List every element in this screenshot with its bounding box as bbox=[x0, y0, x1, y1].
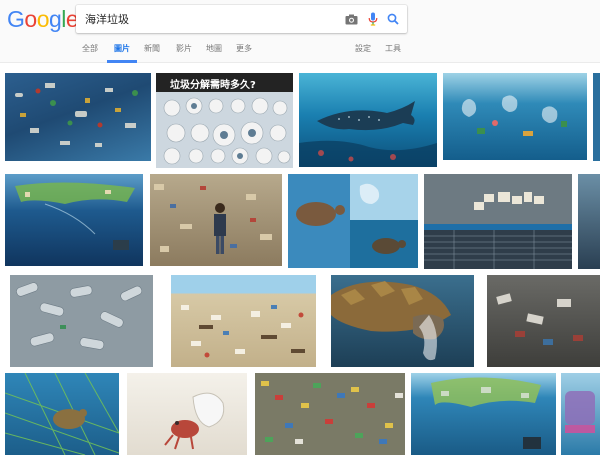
tab-all[interactable]: 全部 bbox=[82, 43, 98, 54]
image-result-turtle-collage[interactable] bbox=[288, 174, 418, 268]
turtle-plastic-shapes bbox=[331, 281, 451, 361]
sticker-badge bbox=[565, 391, 595, 433]
trash-closeup-shapes bbox=[496, 293, 583, 345]
image-result-whale-shark-underwater[interactable] bbox=[299, 73, 437, 167]
bottles-shapes bbox=[16, 282, 143, 350]
debris-photo-and-table bbox=[424, 174, 572, 269]
image-result-colorful-trash-sea[interactable] bbox=[255, 373, 405, 455]
plastic-debris-shapes bbox=[461, 95, 567, 136]
whale-shark-silhouette bbox=[299, 101, 437, 167]
search-header: Google 海洋垃圾 全部 圖片 新聞 影片 地圖 更多 設定 工具 bbox=[0, 0, 600, 63]
beach-garbage-shapes bbox=[181, 305, 305, 358]
debris-pattern bbox=[15, 83, 138, 147]
image-result-person-standing-in-garbage[interactable] bbox=[150, 174, 282, 266]
image-results-grid: 垃圾分解需時多久? bbox=[0, 63, 600, 455]
google-logo[interactable]: Google bbox=[7, 6, 79, 34]
garbage-clump-shapes bbox=[431, 377, 541, 449]
image-result-hermit-crab-plastic[interactable] bbox=[127, 373, 247, 455]
camera-icon[interactable] bbox=[342, 10, 360, 28]
search-icon[interactable] bbox=[384, 10, 402, 28]
search-tabs: 全部 圖片 新聞 影片 地圖 更多 設定 工具 bbox=[0, 40, 600, 63]
tools-link[interactable]: 工具 bbox=[385, 43, 401, 54]
image-result-turtle-eating-plastic[interactable] bbox=[331, 275, 474, 367]
decomposition-circles bbox=[163, 97, 291, 165]
tab-more[interactable]: 更多 bbox=[236, 43, 252, 54]
logo-letter: g bbox=[48, 6, 62, 32]
logo-letter: G bbox=[7, 6, 25, 32]
image-result-garbage-floating-blue-water[interactable] bbox=[5, 73, 151, 161]
image-result-garbage-decomposition-infographic[interactable]: 垃圾分解需時多久? bbox=[156, 73, 293, 168]
microphone-icon[interactable] bbox=[364, 10, 382, 28]
colorful-trash-shapes bbox=[261, 381, 403, 444]
image-result-underwater-garbage-clump[interactable] bbox=[411, 373, 556, 455]
image-result-underwater-debris-surface[interactable] bbox=[5, 174, 143, 266]
google-images-page: Google 海洋垃圾 全部 圖片 新聞 影片 地圖 更多 設定 工具 垃圾分解… bbox=[0, 0, 600, 455]
logo-letter: o bbox=[24, 6, 37, 32]
tab-videos[interactable]: 影片 bbox=[176, 43, 192, 54]
tab-maps[interactable]: 地圖 bbox=[206, 43, 222, 54]
garbage-and-person bbox=[154, 184, 272, 254]
image-result-debris-table-chart[interactable] bbox=[424, 174, 572, 269]
search-box[interactable]: 海洋垃圾 bbox=[76, 5, 407, 33]
image-result-partial-edge[interactable] bbox=[561, 373, 600, 455]
image-result-trash-pile-closeup[interactable] bbox=[487, 275, 600, 367]
image-result-partial-edge[interactable] bbox=[578, 174, 600, 269]
settings-link[interactable]: 設定 bbox=[355, 43, 371, 54]
logo-letter: o bbox=[36, 6, 50, 32]
search-input[interactable]: 海洋垃圾 bbox=[85, 11, 129, 27]
image-result-underwater-plastic-bags[interactable] bbox=[443, 73, 587, 160]
tab-news[interactable]: 新聞 bbox=[144, 43, 160, 54]
turtle-net-shapes bbox=[5, 373, 119, 455]
hermit-crab-shapes bbox=[164, 392, 225, 450]
image-result-partial-edge[interactable] bbox=[593, 73, 600, 161]
turtle-collage-shapes bbox=[288, 174, 418, 268]
floating-net-shape bbox=[15, 182, 135, 250]
image-result-turtle-in-net[interactable] bbox=[5, 373, 119, 455]
image-result-beach-covered-garbage[interactable] bbox=[171, 275, 316, 367]
tab-images[interactable]: 圖片 bbox=[114, 43, 130, 54]
image-result-plastic-bottles-pile[interactable] bbox=[10, 275, 153, 367]
